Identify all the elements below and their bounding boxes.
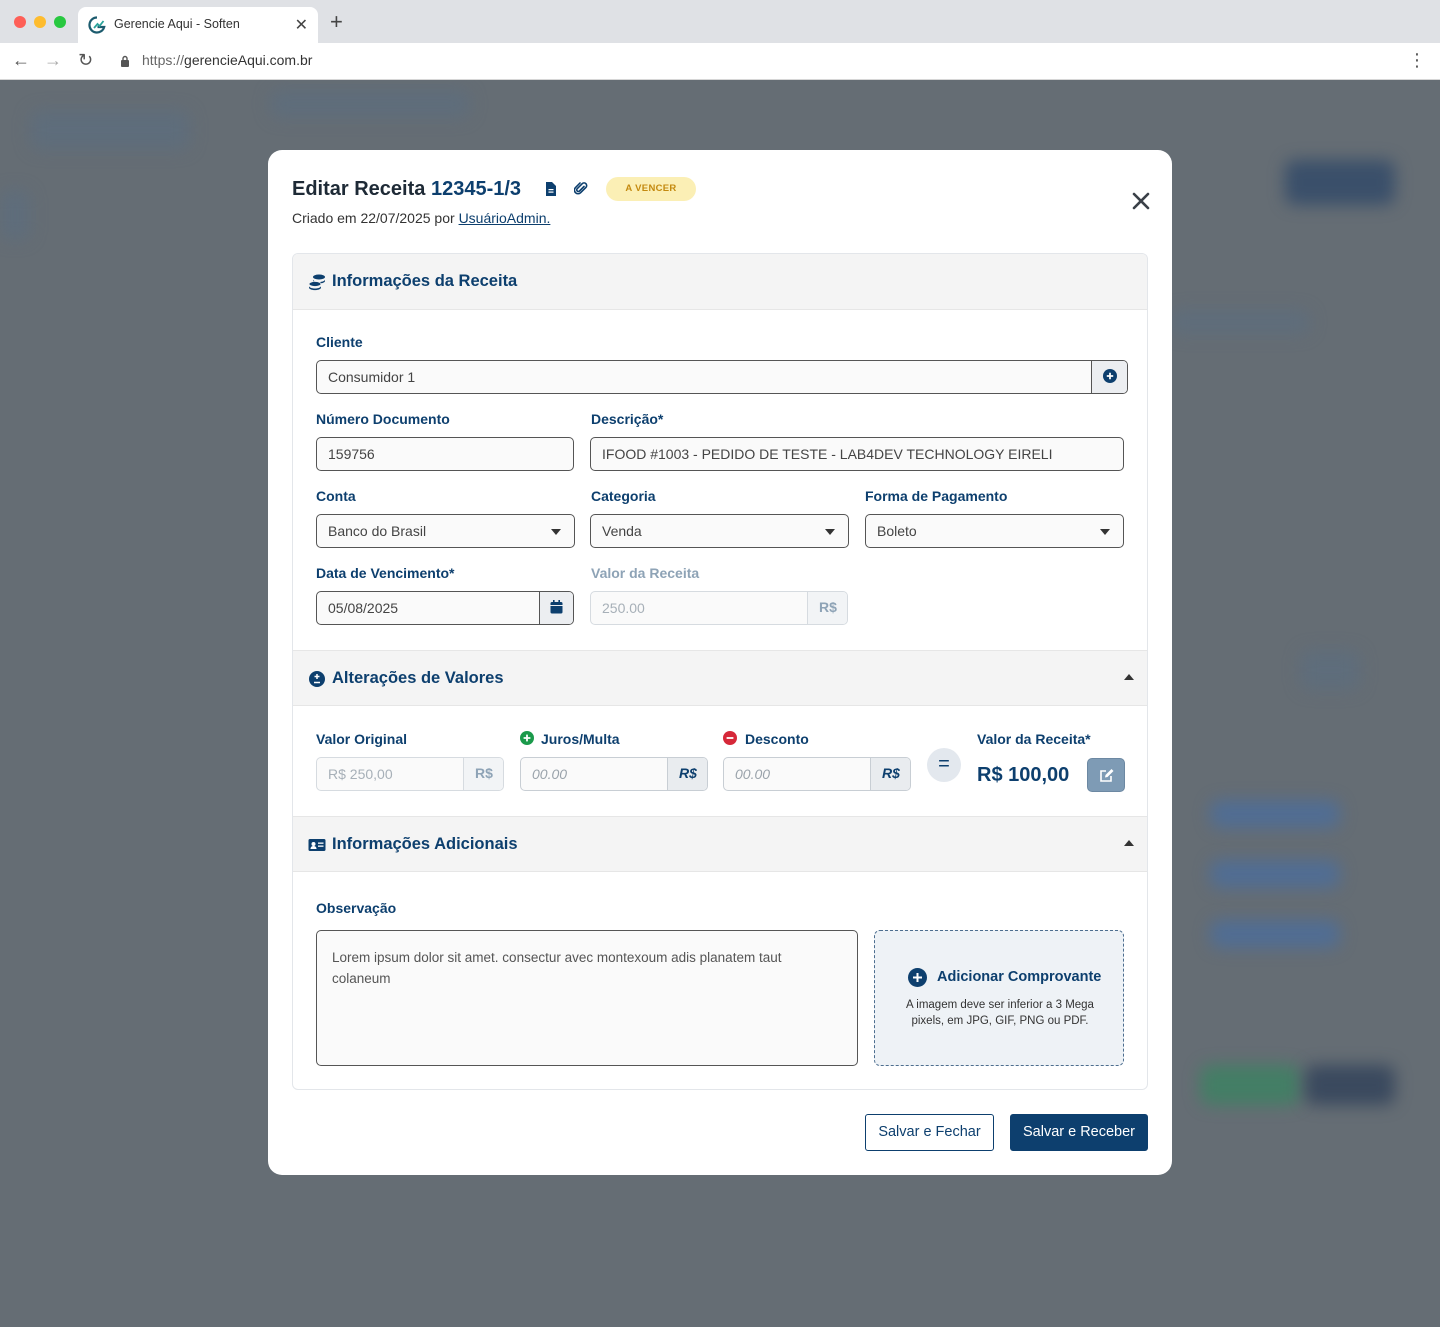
window-maximize-dot[interactable] [54,16,66,28]
categoria-label: Categoria [591,488,656,504]
document-icon[interactable] [544,181,558,197]
valor-receita-label: Valor da Receita [591,565,700,581]
author-link[interactable]: UsuárioAdmin. [459,210,551,226]
back-icon[interactable]: ← [12,50,30,70]
save-close-button[interactable]: Salvar e Fechar [865,1114,994,1151]
data-vencimento-field[interactable]: 05/08/2025 [316,591,574,625]
valor-original-label: Valor Original [316,731,408,747]
minus-circle-icon [723,731,737,745]
data-vencimento-label: Data de Vencimento* [316,565,455,581]
browser-tab[interactable]: Gerencie Aqui - Soften ✕ [78,7,318,43]
valor-receita-field: 250.00 R$ [590,591,848,625]
window-close-dot[interactable] [14,16,26,28]
edit-icon [1100,769,1114,782]
modal-title: Editar Receita 12345-1/3 [292,178,522,200]
desconto-field[interactable]: 00.00 R$ [723,757,911,791]
section-header-adicionais[interactable]: Informações Adicionais [293,816,1147,872]
desconto-label: Desconto [745,731,809,747]
conta-label: Conta [316,488,356,504]
descricao-label: Descrição* [591,411,664,427]
equals-icon: = [927,748,961,782]
chevron-down-icon [551,529,561,535]
total-receita-value: R$ 100,00 [977,764,1070,786]
juros-multa-label: Juros/Multa [541,731,620,747]
plus-circle-icon [1103,369,1117,383]
currency-addon: R$ [807,592,847,624]
numero-documento-label: Número Documento [316,411,450,427]
numero-documento-field[interactable]: 159756 [316,437,574,471]
browser-menu-icon[interactable]: ⋮ [1408,50,1426,70]
valor-original-field: R$ 250,00 R$ [316,757,504,791]
app-logo-icon [88,16,106,34]
observacao-label: Observação [316,900,397,916]
currency-addon: R$ [463,758,503,790]
juros-multa-field[interactable]: 00.00 R$ [520,757,708,791]
calendar-button[interactable] [539,592,573,624]
id-card-icon [308,839,326,851]
tab-title: Gerencie Aqui - Soften [114,17,240,31]
edit-receita-modal: Editar Receita 12345-1/3 A VENCER Criado… [268,150,1172,1175]
chevron-down-icon [1100,529,1110,535]
upload-comprovante-dropzone[interactable]: Adicionar Comprovante A imagem deve ser … [874,930,1124,1066]
total-receita-label: Valor da Receita* [977,731,1091,747]
upload-help-text: A imagem deve ser inferior a 3 Mega pixe… [906,999,1094,1027]
close-icon[interactable] [1130,190,1152,212]
form-panel: Informações da Receita Cliente Consumido… [292,253,1148,1090]
descricao-field[interactable]: IFOOD #1003 - PEDIDO DE TESTE - LAB4DEV … [590,437,1124,471]
edit-total-button[interactable] [1087,758,1125,792]
new-tab-icon[interactable]: + [330,11,343,33]
forma-pagamento-select[interactable]: Boleto [865,514,1124,548]
coins-icon [308,274,325,291]
reload-icon[interactable]: ↻ [78,50,93,70]
forma-pagamento-label: Forma de Pagamento [865,488,1008,504]
chevron-up-icon[interactable] [1123,673,1135,681]
add-cliente-button[interactable] [1091,361,1127,393]
paperclip-icon[interactable] [574,181,588,197]
currency-addon: R$ [667,758,707,790]
section-title: Informações Adicionais [332,835,518,853]
currency-addon: R$ [870,758,910,790]
categoria-select[interactable]: Venda [590,514,849,548]
status-badge: A VENCER [606,177,696,201]
calendar-icon [550,600,563,614]
section-header-valores[interactable]: Alterações de Valores [293,650,1147,706]
window-minimize-dot[interactable] [34,16,46,28]
created-info: Criado em 22/07/2025 por UsuárioAdmin. [292,210,551,226]
cliente-field[interactable]: Consumidor 1 [316,360,1128,394]
section-title: Alterações de Valores [332,669,504,687]
cliente-label: Cliente [316,334,363,350]
lock-icon [121,55,129,67]
observacao-textarea[interactable]: Lorem ipsum dolor sit amet. consectur av… [316,930,858,1066]
tab-close-icon[interactable]: ✕ [295,15,308,35]
forward-icon[interactable]: → [44,50,62,70]
address-bar: ← → ↻ https://gerencieAqui.com.br ⋮ [0,43,1440,80]
section-header-info: Informações da Receita [293,254,1147,310]
url-field[interactable]: https://gerencieAqui.com.br [142,52,312,68]
save-receive-button[interactable]: Salvar e Receber [1010,1114,1148,1151]
chevron-up-icon[interactable] [1123,839,1135,847]
section-title: Informações da Receita [332,272,518,290]
browser-tab-bar: Gerencie Aqui - Soften ✕ + [0,0,1440,43]
chevron-down-icon [825,529,835,535]
plus-circle-icon [520,731,534,745]
receita-code: 12345-1/3 [430,178,522,200]
plus-circle-icon [908,968,927,987]
plus-minus-circle-icon [309,671,325,687]
conta-select[interactable]: Banco do Brasil [316,514,575,548]
upload-title: Adicionar Comprovante [937,969,1102,985]
